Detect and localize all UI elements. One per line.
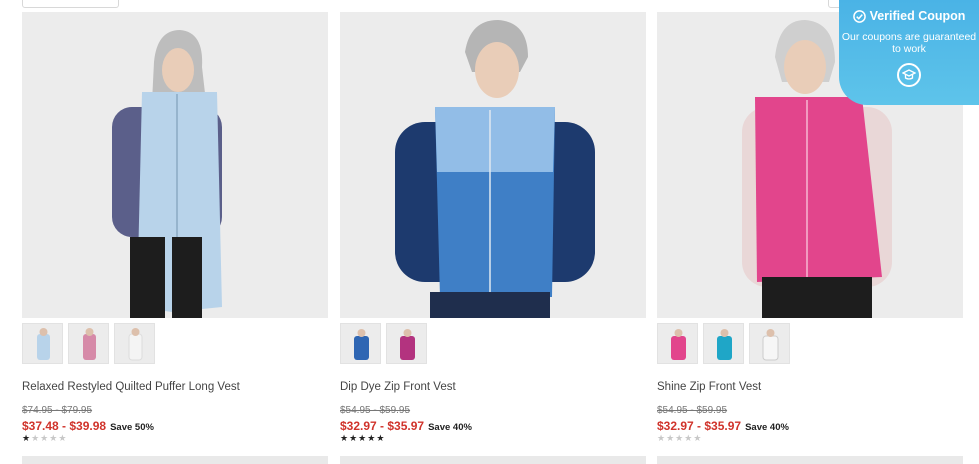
sale-price: $32.97 - $35.97 <box>657 419 742 433</box>
sale-price: $32.97 - $35.97 <box>340 419 425 433</box>
star-icon: ★ <box>22 433 32 443</box>
star-icon: ★ <box>58 433 68 443</box>
save-badge: Save 50% <box>110 422 154 433</box>
product-name[interactable]: Relaxed Restyled Quilted Puffer Long Ves… <box>22 381 240 393</box>
star-icon: ★ <box>367 433 377 443</box>
check-circle-icon <box>852 9 866 23</box>
original-price: $54.95 - $59.95 <box>657 405 728 416</box>
save-badge: Save 40% <box>745 422 789 433</box>
star-icon: ★ <box>675 433 685 443</box>
swatch-thumbnail[interactable] <box>386 323 427 364</box>
original-price: $54.95 - $59.95 <box>340 405 411 416</box>
next-row-product-image[interactable] <box>657 456 963 464</box>
swatch-thumbnail[interactable] <box>340 323 381 364</box>
star-icon: ★ <box>40 433 50 443</box>
coupon-subtitle: Our coupons are guaranteed to work <box>841 31 977 55</box>
star-icon: ★ <box>684 433 694 443</box>
sort-dropdown-edge[interactable] <box>22 0 119 8</box>
product-name[interactable]: Dip Dye Zip Front Vest <box>340 381 456 393</box>
product-name[interactable]: Shine Zip Front Vest <box>657 381 761 393</box>
graduation-cap-icon[interactable] <box>897 63 921 87</box>
star-icon: ★ <box>376 433 386 443</box>
verified-coupon-widget[interactable]: Verified Coupon Our coupons are guarante… <box>839 0 979 105</box>
color-swatches <box>657 323 790 364</box>
star-icon: ★ <box>358 433 368 443</box>
swatch-thumbnail[interactable] <box>657 323 698 364</box>
original-price: $74.95 - $79.95 <box>22 405 93 416</box>
color-swatches <box>22 323 155 364</box>
product-image[interactable] <box>22 12 328 318</box>
sale-price: $37.48 - $39.98 <box>22 419 107 433</box>
next-row-product-image[interactable] <box>22 456 328 464</box>
product-image[interactable] <box>340 12 646 318</box>
swatch-thumbnail[interactable] <box>22 323 63 364</box>
swatch-thumbnail[interactable] <box>68 323 109 364</box>
star-icon: ★ <box>657 433 667 443</box>
star-icon: ★ <box>666 433 676 443</box>
save-badge: Save 40% <box>428 422 472 433</box>
swatch-thumbnail[interactable] <box>114 323 155 364</box>
star-icon: ★ <box>693 433 703 443</box>
star-icon: ★ <box>340 433 350 443</box>
next-row-product-image[interactable] <box>340 456 646 464</box>
star-icon: ★ <box>349 433 359 443</box>
swatch-thumbnail[interactable] <box>749 323 790 364</box>
star-icon: ★ <box>31 433 41 443</box>
star-rating: ★★★★★ <box>22 433 67 444</box>
product-card[interactable]: Dip Dye Zip Front Vest $54.95 - $59.95 $… <box>340 12 646 443</box>
swatch-thumbnail[interactable] <box>703 323 744 364</box>
product-card[interactable]: Relaxed Restyled Quilted Puffer Long Ves… <box>22 12 328 443</box>
color-swatches <box>340 323 427 364</box>
star-icon: ★ <box>49 433 59 443</box>
star-rating: ★★★★★ <box>340 433 385 444</box>
coupon-title: Verified Coupon <box>869 9 966 23</box>
star-rating: ★★★★★ <box>657 433 702 444</box>
